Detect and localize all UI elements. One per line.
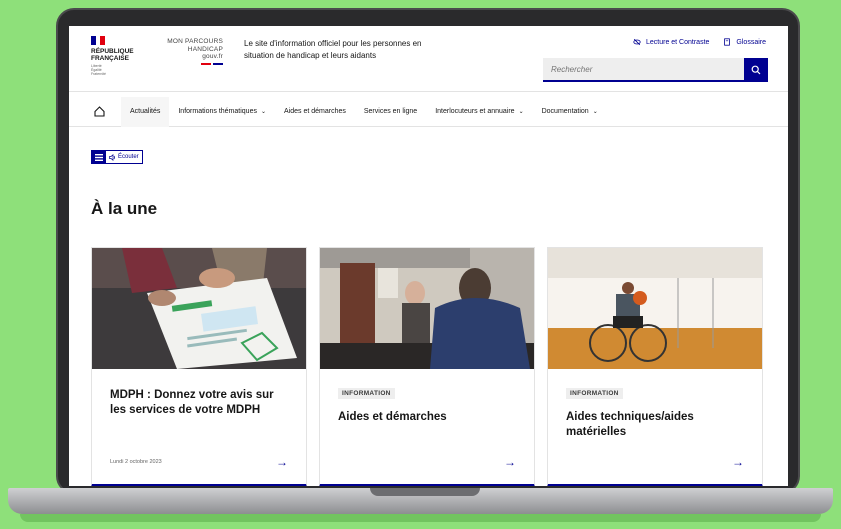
nav-item-interlocuteurs[interactable]: Interlocuteurs et annuaire ⌄ bbox=[426, 97, 532, 127]
arrow-right-icon: → bbox=[276, 455, 288, 469]
card-title: Aides et démarches bbox=[338, 411, 447, 423]
nav-item-services-en-ligne[interactable]: Services en ligne bbox=[355, 97, 426, 127]
card-image-form-review bbox=[92, 248, 306, 369]
search-bar bbox=[543, 58, 768, 82]
card-image-wheelchair-basketball bbox=[548, 248, 762, 369]
nav-item-informations-thematiques[interactable]: Informations thématiques ⌄ bbox=[169, 97, 275, 127]
site-tagline: Le site d'information officiel pour les … bbox=[244, 39, 422, 60]
card-badge: INFORMATION bbox=[338, 388, 395, 399]
main-nav: Actualités Informations thématiques ⌄ Aid… bbox=[69, 96, 788, 127]
chevron-down-icon: ⌄ bbox=[260, 109, 266, 115]
card-image-office-meeting bbox=[320, 248, 534, 369]
site-header: RÉPUBLIQUE FRANÇAISE Liberté Égalité Fra… bbox=[69, 26, 788, 92]
news-card[interactable]: INFORMATION Aides et démarches → bbox=[319, 247, 535, 486]
home-icon bbox=[93, 106, 105, 117]
card-badge: INFORMATION bbox=[566, 388, 623, 399]
browser-screen: RÉPUBLIQUE FRANÇAISE Liberté Égalité Fra… bbox=[69, 26, 788, 486]
card-date: Lundi 2 octobre 2023 bbox=[110, 459, 162, 465]
contrast-link[interactable]: Lecture et Contraste bbox=[633, 38, 709, 46]
nav-item-label: Documentation bbox=[541, 108, 589, 115]
search-button[interactable] bbox=[744, 58, 768, 82]
card-title: Aides techniques/aides matérielles bbox=[566, 411, 694, 438]
chevron-down-icon: ⌄ bbox=[592, 109, 598, 115]
laptop-notch bbox=[370, 488, 480, 496]
search-icon bbox=[751, 65, 761, 75]
nav-item-label: Aides et démarches bbox=[284, 108, 346, 115]
mpc-line1: MON PARCOURS bbox=[167, 38, 223, 45]
news-card[interactable]: MDPH : Donnez votre avis sur les service… bbox=[91, 247, 307, 486]
eye-slash-icon bbox=[633, 38, 641, 46]
search-input[interactable] bbox=[543, 58, 744, 82]
book-icon bbox=[724, 38, 731, 46]
rf-title: RÉPUBLIQUE FRANÇAISE bbox=[91, 48, 134, 62]
home-link[interactable] bbox=[87, 97, 111, 127]
chevron-down-icon: ⌄ bbox=[518, 109, 524, 115]
news-card[interactable]: INFORMATION Aides techniques/aides matér… bbox=[547, 247, 763, 486]
speaker-icon bbox=[109, 153, 115, 161]
glossary-link-label: Glossaire bbox=[736, 38, 766, 46]
nav-item-documentation[interactable]: Documentation ⌄ bbox=[533, 97, 607, 127]
nav-item-label: Interlocuteurs et annuaire bbox=[435, 108, 515, 115]
mon-parcours-handicap-logo[interactable]: MON PARCOURS HANDICAP gouv.fr bbox=[157, 38, 223, 68]
menu-button[interactable] bbox=[92, 151, 106, 163]
arrow-right-icon: → bbox=[732, 455, 744, 469]
mpc-line3: gouv.fr bbox=[202, 53, 223, 60]
contrast-link-label: Lecture et Contraste bbox=[645, 38, 710, 46]
mpc-dash-blue bbox=[213, 63, 223, 65]
flag-icon bbox=[91, 36, 106, 45]
nav-item-aides-demarches[interactable]: Aides et démarches bbox=[275, 97, 355, 127]
laptop-shadow bbox=[20, 514, 821, 522]
glossary-link[interactable]: Glossaire bbox=[723, 38, 766, 46]
card-title: MDPH : Donnez votre avis sur les service… bbox=[110, 389, 274, 416]
mpc-dash bbox=[201, 63, 211, 65]
nav-item-label: Services en ligne bbox=[363, 108, 418, 115]
hamburger-icon bbox=[95, 153, 103, 161]
republique-francaise-logo[interactable]: RÉPUBLIQUE FRANÇAISE Liberté Égalité Fra… bbox=[91, 36, 151, 76]
rf-motto: Liberté Égalité Fraternité bbox=[91, 64, 106, 76]
section-title: À la une bbox=[91, 199, 158, 218]
header-tools: Lecture et Contraste Glossaire bbox=[633, 38, 766, 46]
nav-item-label: Actualités bbox=[130, 108, 161, 115]
nav-item-label: Informations thématiques bbox=[178, 108, 257, 115]
arrow-right-icon: → bbox=[504, 455, 516, 469]
listen-label: Écouter bbox=[118, 154, 139, 160]
reading-tools: Écouter bbox=[91, 150, 143, 164]
nav-item-actualites[interactable]: Actualités bbox=[121, 96, 170, 127]
listen-button[interactable]: Écouter bbox=[106, 151, 142, 163]
mpc-line2: HANDICAP bbox=[187, 45, 223, 53]
